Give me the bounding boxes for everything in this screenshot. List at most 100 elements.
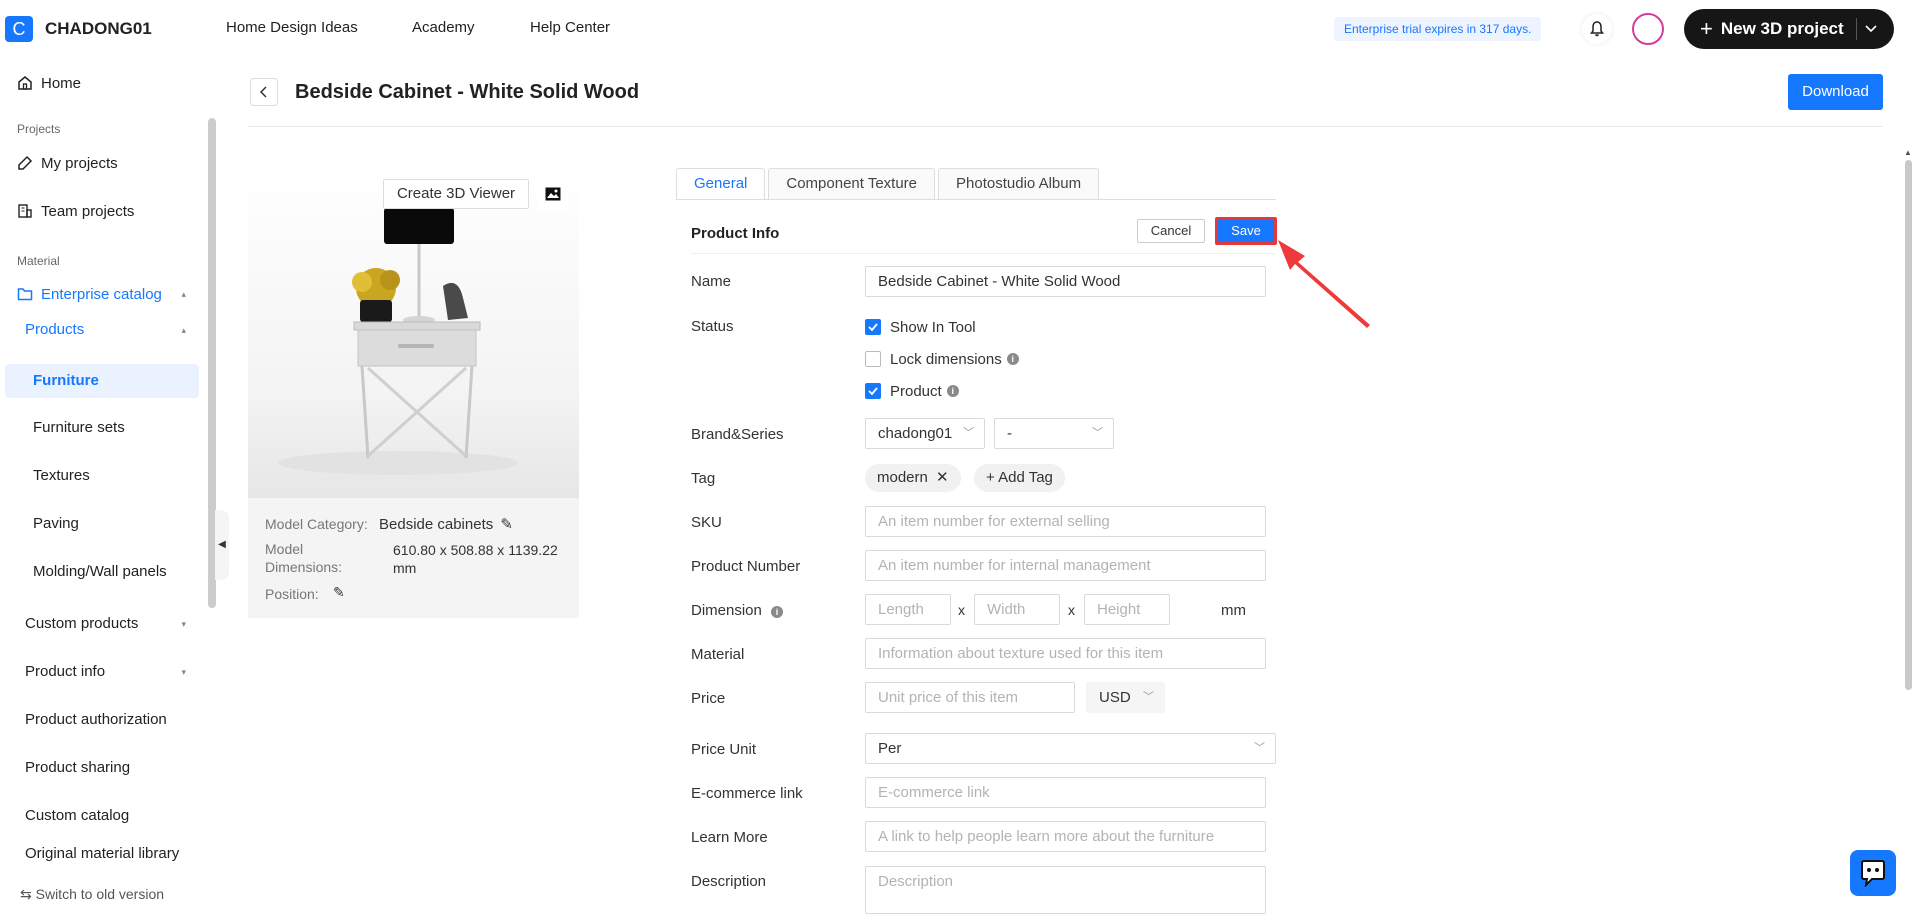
dimension-separator: x [958,602,965,618]
info-icon[interactable]: i [1006,353,1019,365]
brand-select[interactable]: chadong01 ﹀ [865,418,985,449]
sidebar-item-product-authorization[interactable]: Product authorization [0,703,200,737]
nav-help-center[interactable]: Help Center [530,19,610,36]
sku-input[interactable]: An item number for external selling [865,506,1266,537]
chevron-down-icon: ﹀ [1143,691,1154,703]
plus-icon: + [986,469,995,486]
sidebar-item-furniture-sets[interactable]: Furniture sets [0,411,200,445]
tab-general[interactable]: General [676,168,766,200]
lock-dimensions-checkbox[interactable]: Lock dimensions i [865,349,1019,369]
sidebar-item-label: Product info [25,663,106,680]
currency-select-value: USD [1099,689,1131,706]
chevron-down-icon: ﹀ [1092,427,1103,439]
brand-name[interactable]: CHADONG01 [45,19,152,39]
edit-pencil-icon[interactable]: ✎ [500,516,513,533]
material-input[interactable]: Information about texture used for this … [865,638,1266,669]
product-number-input[interactable]: An item number for internal management [865,550,1266,581]
checkbox-checked-icon[interactable] [865,383,881,399]
chevron-down-icon: ﹀ [963,427,974,439]
sidebar-item-home[interactable]: Home [0,66,200,100]
learn-more-input[interactable]: A link to help people learn more about t… [865,821,1266,852]
name-input[interactable]: Bedside Cabinet - White Solid Wood [865,266,1266,297]
user-avatar[interactable] [1632,13,1664,45]
sidebar-item-molding[interactable]: Molding/Wall panels [0,555,200,589]
close-icon[interactable]: ✕ [936,469,949,486]
home-icon [17,75,35,91]
sidebar-item-original-material-library[interactable]: Original material library [0,844,200,864]
sidebar-item-label: Team projects [41,202,135,220]
tag-chip[interactable]: modern ✕ [865,464,961,492]
collapse-sidebar-handle[interactable]: ◀ [215,510,229,580]
tab-component-texture[interactable]: Component Texture [768,168,936,200]
chevron-down-icon: ﹀ [1254,742,1265,754]
switch-old-version-label: Switch to old version [35,886,165,902]
new-3d-project-button[interactable]: + New 3D project [1684,9,1894,49]
nav-home-design-ideas[interactable]: Home Design Ideas [226,19,358,36]
tab-photostudio-album[interactable]: Photostudio Album [938,168,1100,200]
lock-dimensions-label: Lock dimensions [890,350,1002,368]
product-checkbox[interactable]: Product i [865,381,959,401]
caret-down-icon: ▾ [181,619,186,629]
sidebar-item-furniture[interactable]: Furniture [5,364,199,398]
description-textarea[interactable]: Description [865,866,1266,914]
width-input[interactable]: Width [974,594,1060,625]
brand-logo[interactable]: C [5,16,33,42]
sku-label: SKU [691,514,722,531]
scroll-up-icon[interactable]: ▲ [1904,148,1912,157]
sidebar-item-products[interactable]: Products ▴ [0,313,200,347]
image-icon[interactable] [538,179,568,209]
folder-icon [17,286,35,302]
ecommerce-link-label: E-commerce link [691,785,803,802]
create-3d-viewer-button[interactable]: Create 3D Viewer [383,179,529,209]
model-dimensions-label: Model [265,541,304,557]
tag-label: Tag [691,470,716,487]
chat-support-icon[interactable] [1850,850,1896,896]
name-label: Name [691,273,732,290]
main-scrollbar[interactable] [1905,160,1912,690]
notification-bell-icon[interactable] [1582,14,1612,44]
info-icon[interactable]: i [946,385,959,397]
sidebar-item-product-info[interactable]: Product info ▾ [0,655,200,689]
sidebar-item-product-sharing[interactable]: Product sharing [0,751,200,785]
price-input[interactable]: Unit price of this item [865,682,1075,713]
sidebar-item-team-projects[interactable]: Team projects [0,194,200,228]
info-icon[interactable]: i [771,606,784,618]
length-input[interactable]: Length [865,594,951,625]
model-category-label: Model Category: [265,516,368,532]
edit-pencil-icon[interactable]: ✎ [333,584,345,601]
ecommerce-link-input[interactable]: E-commerce link [865,777,1266,808]
series-select[interactable]: - ﹀ [994,418,1114,449]
material-label: Material [691,646,745,663]
price-unit-select[interactable]: Per ﹀ [865,733,1276,764]
price-label: Price [691,690,726,707]
sidebar-item-my-projects[interactable]: My projects [0,146,200,180]
download-button[interactable]: Download [1788,74,1883,110]
checkbox-unchecked-icon[interactable] [865,351,881,367]
model-preview-card: Create 3D Viewer Model Category: Bedside… [248,168,579,618]
sidebar-item-textures[interactable]: Textures [0,459,200,493]
add-tag-button[interactable]: + Add Tag [974,464,1065,492]
sidebar-item-custom-products[interactable]: Custom products ▾ [0,607,200,641]
sidebar-item-custom-catalog[interactable]: Custom catalog [0,799,200,833]
save-button[interactable]: Save [1215,217,1277,245]
switch-old-version-link[interactable]: ⇆ Switch to old version [20,886,164,903]
learn-more-label: Learn More [691,829,768,846]
height-input[interactable]: Height [1084,594,1170,625]
cancel-button[interactable]: Cancel [1137,219,1205,243]
currency-select[interactable]: USD ﹀ [1086,682,1165,713]
sidebar-item-paving[interactable]: Paving [0,507,200,541]
dimension-unit: mm [1221,602,1246,619]
show-in-tool-checkbox[interactable]: Show In Tool [865,317,976,337]
model-preview-image[interactable]: Create 3D Viewer [248,168,579,498]
chevron-down-icon[interactable] [1864,18,1878,45]
model-category-text: Bedside cabinets [379,516,494,533]
sidebar-item-label: Products [25,321,85,338]
sidebar: Home Projects My projects Team projects … [0,58,216,915]
top-bar: C CHADONG01 Home Design Ideas Academy He… [0,0,1915,58]
trial-notice[interactable]: Enterprise trial expires in 317 days. [1334,17,1542,41]
back-button[interactable] [250,78,278,106]
switch-icon: ⇆ [20,886,32,902]
sidebar-item-enterprise-catalog[interactable]: Enterprise catalog ▴ [0,277,200,311]
nav-academy[interactable]: Academy [412,19,475,36]
checkbox-checked-icon[interactable] [865,319,881,335]
